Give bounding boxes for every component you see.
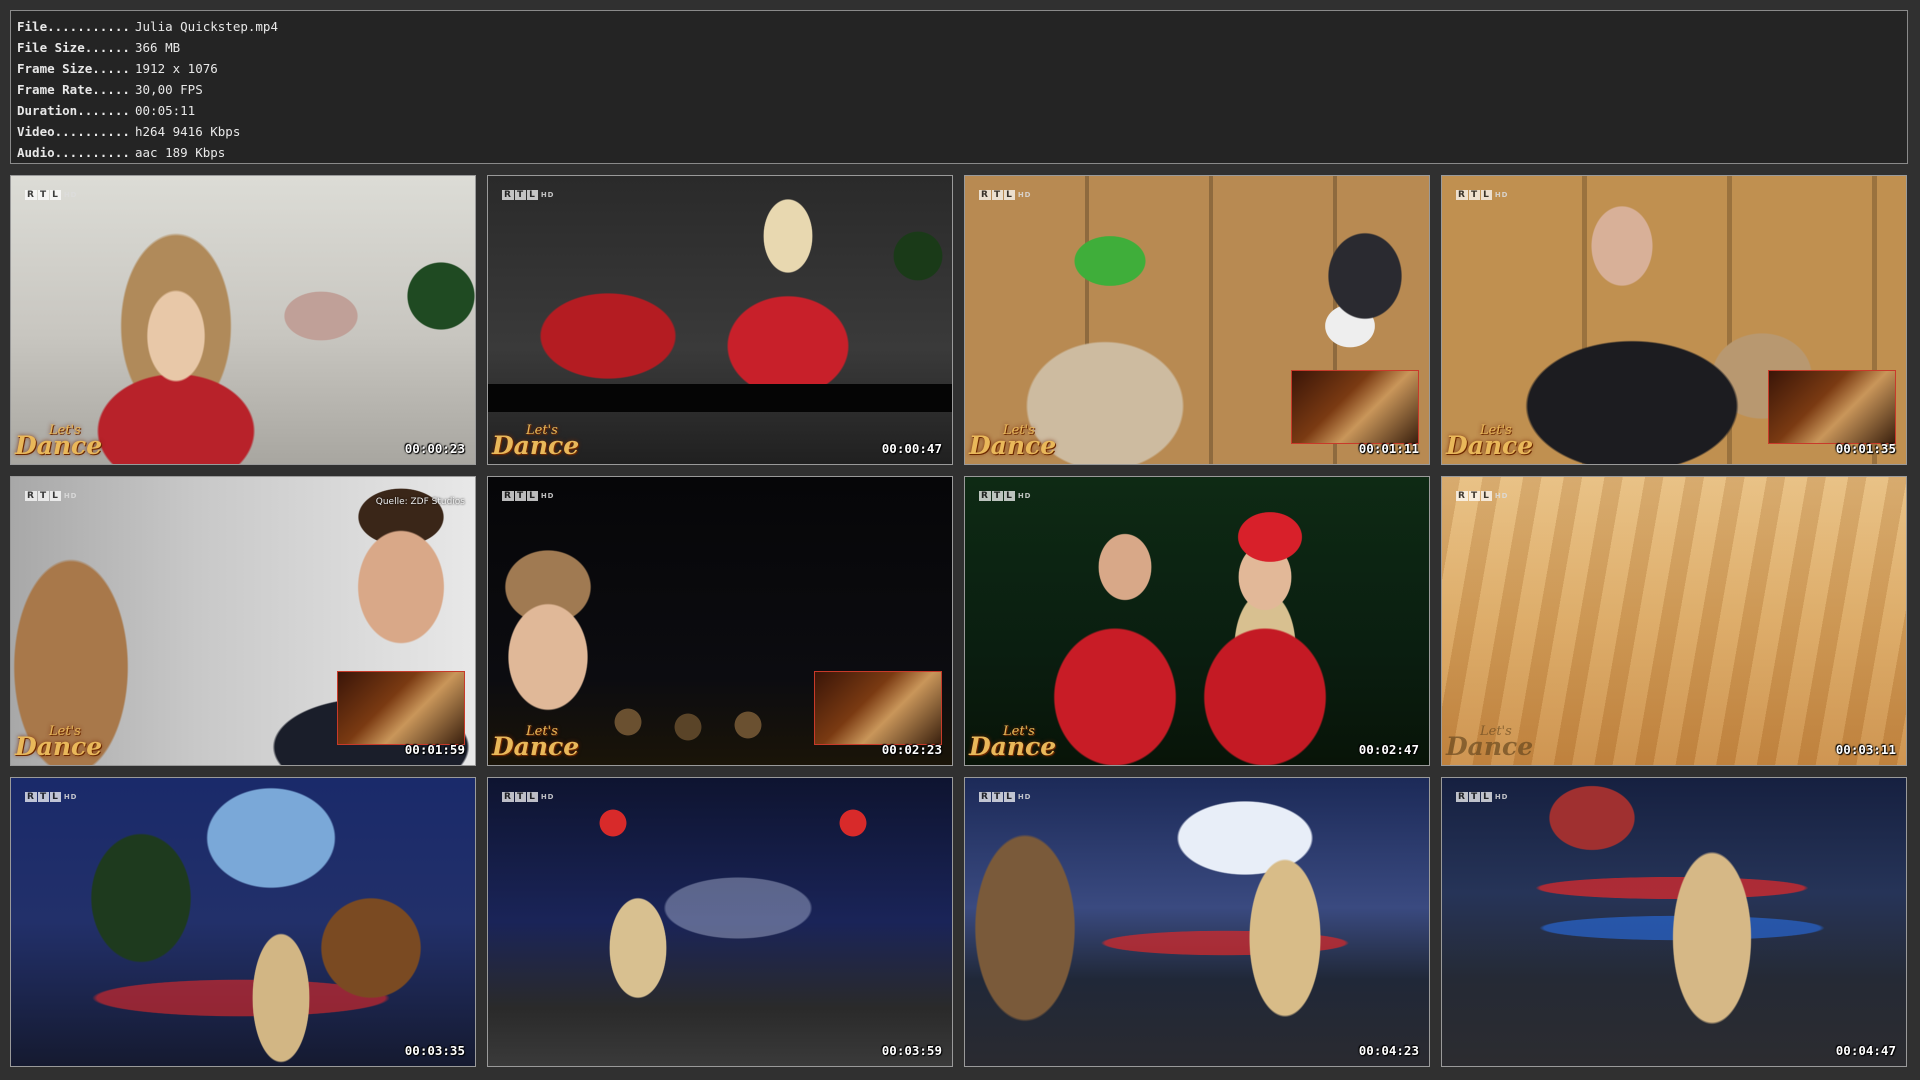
timestamp: 00:01:11 [1358,441,1419,456]
info-row-file-size: File Size...... 366 MB [17,40,181,55]
scene-image [1442,477,1906,765]
lets-dance-logo: Let's Dance [15,723,103,761]
channel-watermark: R T L HD [25,792,78,802]
lets-dance-logo: Let's Dance [1446,723,1534,761]
thumbnail-frame[interactable]: R T L HD Let's Dance 00:01:35 [1441,175,1907,465]
thumbnail-frame[interactable]: R T L HD Let's Dance 00:02:47 [964,476,1430,766]
thumbnail-frame[interactable]: R T L HD Let's Dance 00:00:47 [487,175,953,465]
thumbnail-frame[interactable]: R T L HD Let's Dance 00:00:23 [10,175,476,465]
source-credit: Quelle: ZDF Studios [375,497,465,507]
thumbnail-frame[interactable]: R T L HD Quelle: ZDF Studios Let's Dance 00:… [10,476,476,766]
timestamp: 00:03:11 [1835,742,1896,757]
picture-in-picture [1291,370,1419,444]
thumbnail-frame[interactable]: R T L HD Let's Dance 00:02:23 [487,476,953,766]
timestamp: 00:01:59 [404,742,465,757]
lets-dance-logo: Let's Dance [15,422,103,460]
info-row-audio: Audio.......... aac 189 Kbps [17,145,226,160]
info-row-file: File........... Julia Quickstep.mp4 [17,19,278,34]
timestamp: 00:03:35 [404,1043,465,1058]
info-row-frame-size: Frame Size..... 1912 x 1076 [17,61,218,76]
thumbnail-frame[interactable]: R T L HD 00:03:59 [487,777,953,1067]
channel-watermark: R T L HD [1456,491,1509,501]
scene-image [1442,778,1906,1066]
thumbnail-frame[interactable]: R T L HD 00:03:35 [10,777,476,1067]
channel-watermark: R T L HD [979,491,1032,501]
thumbnail-frame[interactable]: R T L HD 00:04:47 [1441,777,1907,1067]
channel-watermark: R T L HD [502,190,555,200]
channel-watermark: R T L HD [1456,190,1509,200]
info-row-video: Video.......... h264 9416 Kbps [17,124,241,139]
picture-in-picture [1768,370,1896,444]
timestamp: 00:02:23 [881,742,942,757]
timestamp: 00:01:35 [1835,441,1896,456]
channel-watermark: R T L HD [25,190,78,200]
timestamp: 00:00:23 [404,441,465,456]
timestamp: 00:04:23 [1358,1043,1419,1058]
thumbnail-frame[interactable]: R T L HD Let's Dance 00:03:11 [1441,476,1907,766]
scene-image [488,778,952,1066]
channel-watermark: R T L HD [502,792,555,802]
lets-dance-logo: Let's Dance [492,723,580,761]
lets-dance-logo: Let's Dance [969,422,1057,460]
timestamp: 00:03:59 [881,1043,942,1058]
info-row-duration: Duration....... 00:05:11 [17,103,196,118]
thumbnail-frame[interactable]: R T L HD Let's Dance 00:01:11 [964,175,1430,465]
lets-dance-logo: Let's Dance [492,422,580,460]
scene-image [488,176,952,464]
scene-image [965,477,1429,765]
scene-image [11,176,475,464]
channel-watermark: R T L HD [1456,792,1509,802]
channel-watermark: R T L HD [25,491,78,501]
lets-dance-logo: Let's Dance [969,723,1057,761]
timestamp: 00:02:47 [1358,742,1419,757]
channel-watermark: R T L HD [979,190,1032,200]
timestamp: 00:00:47 [881,441,942,456]
scene-image [11,778,475,1066]
file-info-panel: File........... Julia Quickstep.mp4 File … [10,10,1908,164]
thumbnail-frame[interactable]: R T L HD 00:04:23 [964,777,1430,1067]
lets-dance-logo: Let's Dance [1446,422,1534,460]
channel-watermark: R T L HD [502,491,555,501]
picture-in-picture [814,671,942,745]
scene-image [965,778,1429,1066]
picture-in-picture [337,671,465,745]
channel-watermark: R T L HD [979,792,1032,802]
info-row-frame-rate: Frame Rate..... 30,00 FPS [17,82,203,97]
timestamp: 00:04:47 [1835,1043,1896,1058]
